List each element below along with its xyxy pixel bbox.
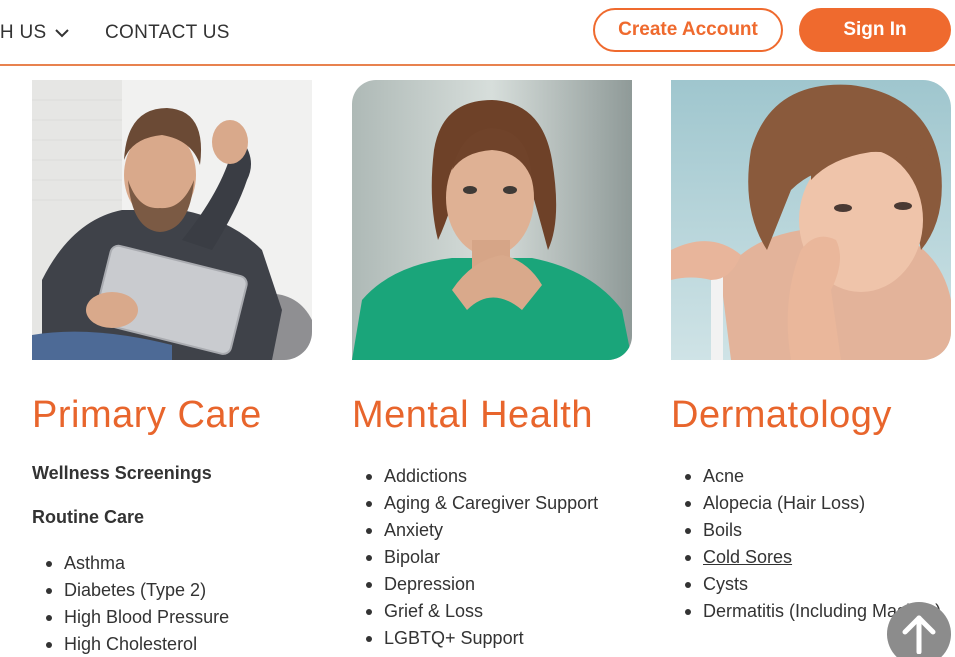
list-item[interactable]: Acne [671,463,951,490]
list-item[interactable]: LGBTQ+ Support [352,625,632,652]
cold-sores-link[interactable]: Cold Sores [703,547,792,567]
service-card-primary-care: Primary Care Wellness Screenings Routine… [32,80,312,657]
card-title: Dermatology [671,394,892,436]
nav-item-contact[interactable]: CONTACT US [105,22,230,44]
scroll-to-top-button[interactable] [887,602,951,657]
list-item[interactable]: Bipolar [352,544,632,571]
woman-checking-skin-image [671,80,951,360]
chevron-down-icon[interactable] [53,24,71,42]
card-title: Primary Care [32,394,262,436]
service-card-dermatology: Dermatology Acne Alopecia (Hair Loss) Bo… [671,80,951,625]
list-item[interactable]: Cysts [671,571,951,598]
dermatology-photo[interactable] [671,80,951,360]
list-item[interactable]: Cold Sores [671,544,951,571]
create-account-button[interactable]: Create Account [593,8,783,52]
card-title: Mental Health [352,394,593,436]
condition-list: Asthma Diabetes (Type 2) High Blood Pres… [32,550,312,657]
arrow-up-icon [902,615,936,654]
site-header: TH US CONTACT US Create Account Sign In [0,0,955,66]
man-with-tablet-image [32,80,312,360]
list-item[interactable]: Depression [352,571,632,598]
list-item[interactable]: Addictions [352,463,632,490]
list-item[interactable]: Diabetes (Type 2) [32,577,312,604]
list-item[interactable]: Anxiety [352,517,632,544]
condition-list: Addictions Aging & Caregiver Support Anx… [352,463,632,652]
list-item[interactable]: High Cholesterol [32,631,312,657]
list-item[interactable]: Boils [671,517,951,544]
wellness-screenings-link[interactable]: Wellness Screenings [32,463,312,484]
list-item[interactable]: Alopecia (Hair Loss) [671,490,951,517]
nav-item-about[interactable]: TH US [0,22,71,44]
primary-care-photo[interactable] [32,80,312,360]
list-item[interactable]: Asthma [32,550,312,577]
list-item[interactable]: Grief & Loss [352,598,632,625]
list-item[interactable]: High Blood Pressure [32,604,312,631]
mental-health-photo[interactable] [352,80,632,360]
list-item[interactable]: Aging & Caregiver Support [352,490,632,517]
sign-in-button[interactable]: Sign In [799,8,951,52]
service-card-mental-health: Mental Health Addictions Aging & Caregiv… [352,80,632,652]
thoughtful-woman-image [352,80,632,360]
nav-item-about-label[interactable]: TH US [0,22,47,44]
routine-care-heading: Routine Care [32,507,145,527]
condition-list: Acne Alopecia (Hair Loss) Boils Cold Sor… [671,463,951,625]
